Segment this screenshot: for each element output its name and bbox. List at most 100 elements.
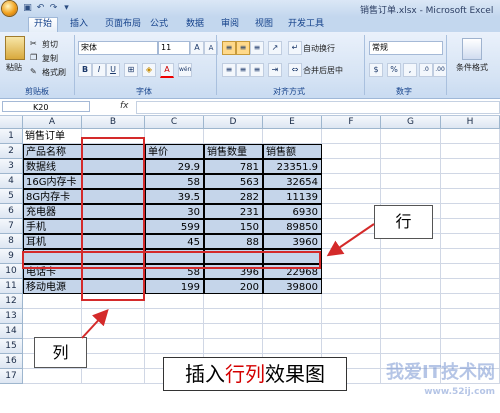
grid-cell[interactable]	[322, 339, 381, 354]
indent-icon[interactable]: ⇥	[268, 63, 282, 77]
grow-font-button[interactable]: A	[190, 41, 204, 55]
paste-icon[interactable]	[5, 36, 25, 60]
currency-icon[interactable]: $	[369, 63, 383, 77]
grid-cell[interactable]	[441, 189, 500, 204]
tab-data[interactable]: 数据	[181, 18, 209, 31]
grid-cell[interactable]	[145, 129, 204, 144]
grid-cell[interactable]	[381, 174, 441, 189]
name-box[interactable]: K20	[2, 101, 90, 112]
product-name-cell[interactable]: 移动电源	[23, 279, 82, 294]
grid-cell[interactable]	[23, 309, 82, 324]
paste-button[interactable]: 粘贴	[6, 62, 22, 73]
row-header[interactable]: 4	[0, 174, 23, 189]
column-header[interactable]: D	[204, 116, 263, 129]
grid-cell[interactable]	[441, 129, 500, 144]
number-format-select[interactable]: 常规	[369, 41, 443, 55]
align-right-icon[interactable]: ≡	[250, 63, 264, 77]
grid-cell[interactable]	[204, 129, 263, 144]
fill-color-icon[interactable]: ◈	[142, 63, 156, 77]
grid-cell[interactable]	[441, 219, 500, 234]
product-name-cell[interactable]: 手机	[23, 219, 82, 234]
product-name-cell[interactable]: 16G内存卡	[23, 174, 82, 189]
tab-insert[interactable]: 插入	[65, 18, 93, 31]
grid-cell[interactable]	[441, 234, 500, 249]
amount-cell[interactable]: 89850	[263, 219, 322, 234]
column-header[interactable]: B	[82, 116, 145, 129]
price-cell[interactable]: 45	[145, 234, 204, 249]
save-icon[interactable]: ▣	[22, 3, 33, 14]
grid-cell[interactable]	[82, 324, 145, 339]
grid-cell[interactable]	[322, 129, 381, 144]
grid-cell[interactable]	[204, 339, 263, 354]
qty-cell[interactable]: 282	[204, 189, 263, 204]
conditional-format-button[interactable]: 条件格式	[456, 62, 488, 73]
grid-cell[interactable]	[441, 174, 500, 189]
conditional-format-icon[interactable]	[462, 38, 482, 60]
grid-cell[interactable]	[381, 249, 441, 264]
formula-input[interactable]	[136, 101, 500, 114]
wrap-text-button[interactable]: 自动换行	[303, 43, 335, 54]
row-header[interactable]: 2	[0, 144, 23, 159]
align-middle-icon[interactable]: ≡	[236, 41, 250, 55]
price-cell[interactable]: 599	[145, 219, 204, 234]
grid-cell[interactable]	[441, 309, 500, 324]
grid-cell[interactable]	[204, 309, 263, 324]
grid-cell[interactable]	[441, 324, 500, 339]
amount-cell[interactable]: 23351.9	[263, 159, 322, 174]
grid-cell[interactable]	[82, 369, 145, 384]
grid-cell[interactable]	[441, 144, 500, 159]
qty-cell[interactable]: 231	[204, 204, 263, 219]
align-bottom-icon[interactable]: ≡	[250, 41, 264, 55]
grid-cell[interactable]	[381, 309, 441, 324]
amount-cell[interactable]: 11139	[263, 189, 322, 204]
grid-cell[interactable]	[204, 294, 263, 309]
row-header[interactable]: 7	[0, 219, 23, 234]
grid-cell[interactable]	[381, 159, 441, 174]
grid-cell[interactable]	[263, 309, 322, 324]
grid-cell[interactable]	[322, 219, 381, 234]
tab-review[interactable]: 审阅	[216, 18, 244, 31]
header-cell-qty[interactable]: 销售数量	[204, 144, 263, 159]
font-name-select[interactable]: 宋体	[78, 41, 158, 55]
grid-cell[interactable]	[322, 294, 381, 309]
font-size-select[interactable]: 11	[158, 41, 190, 55]
wrap-text-icon[interactable]: ↵	[288, 41, 302, 55]
align-top-icon[interactable]: ≡	[222, 41, 236, 55]
cut-icon[interactable]: ✂	[30, 39, 37, 48]
grid-cell[interactable]	[441, 204, 500, 219]
grid-cell[interactable]	[322, 204, 381, 219]
grid-cell[interactable]	[23, 294, 82, 309]
grid-cell[interactable]	[322, 234, 381, 249]
grid-cell[interactable]	[322, 189, 381, 204]
redo-icon[interactable]: ↷	[48, 3, 59, 14]
grid-cell[interactable]	[441, 249, 500, 264]
grid-cell[interactable]	[145, 309, 204, 324]
grid-cell[interactable]	[82, 309, 145, 324]
row-header[interactable]: 6	[0, 204, 23, 219]
row-header[interactable]: 16	[0, 354, 23, 369]
grid-cell[interactable]	[263, 129, 322, 144]
column-header[interactable]: E	[263, 116, 322, 129]
select-all-corner[interactable]	[0, 116, 23, 129]
qty-cell[interactable]: 88	[204, 234, 263, 249]
grid-cell[interactable]	[381, 279, 441, 294]
font-color-button[interactable]: A	[160, 63, 174, 78]
grid-cell[interactable]	[381, 129, 441, 144]
row-header[interactable]: 8	[0, 234, 23, 249]
merge-center-icon[interactable]: ⇔	[288, 63, 302, 77]
column-header[interactable]: F	[322, 116, 381, 129]
header-cell-price[interactable]: 单价	[145, 144, 204, 159]
price-cell[interactable]: 58	[145, 174, 204, 189]
grid-cell[interactable]	[204, 324, 263, 339]
row-header[interactable]: 9	[0, 249, 23, 264]
grid-cell[interactable]	[322, 279, 381, 294]
comma-button[interactable]: ,	[403, 63, 417, 77]
orientation-icon[interactable]: ↗	[268, 41, 282, 55]
row-header[interactable]: 3	[0, 159, 23, 174]
column-header[interactable]: C	[145, 116, 204, 129]
tab-formulas[interactable]: 公式	[145, 18, 173, 31]
grid-cell[interactable]	[441, 279, 500, 294]
grid-cell[interactable]	[322, 249, 381, 264]
row-header[interactable]: 15	[0, 339, 23, 354]
row-header[interactable]: 12	[0, 294, 23, 309]
